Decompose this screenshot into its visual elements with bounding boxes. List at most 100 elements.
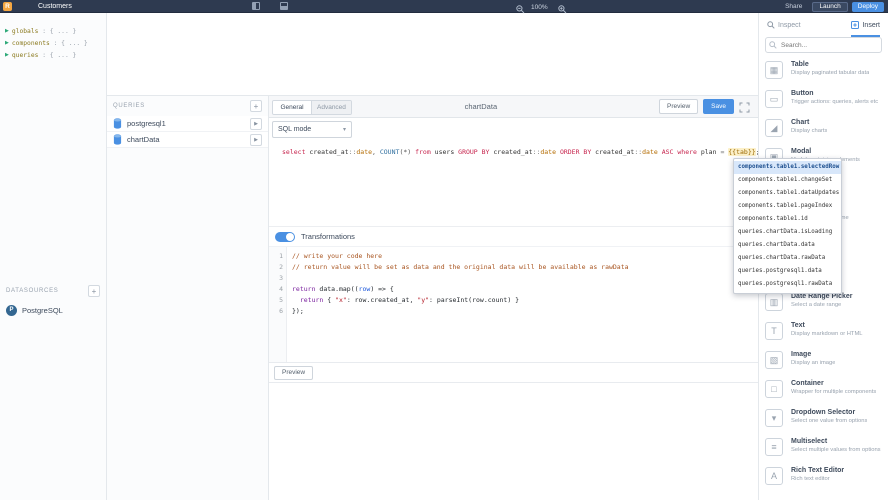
state-tree-item[interactable]: ▶ globals : { ... } — [5, 25, 106, 37]
code-line: // write your code here — [292, 251, 629, 262]
code-token: ) } — [507, 296, 520, 304]
deploy-button[interactable]: Deploy — [851, 1, 884, 12]
left-panel-toggle-icon[interactable] — [252, 2, 260, 10]
expand-triangle-icon[interactable]: ▶ — [5, 52, 9, 58]
text-icon: T — [765, 322, 783, 340]
component-name: Image — [791, 351, 812, 358]
expand-triangle-icon[interactable]: ▶ — [5, 40, 9, 46]
component-palette-item[interactable]: ▧ Image Display an image — [759, 346, 888, 375]
multiselect-icon: ≡ — [765, 438, 783, 456]
code-token: ) => { — [370, 285, 394, 293]
line-number: 2 — [279, 263, 283, 271]
transformer-editor[interactable]: 1 2 3 4 5 6 // write your code here // return … — [269, 246, 758, 362]
tab-insert[interactable]: Insert — [851, 13, 880, 37]
autocomplete-item[interactable]: queries.chartData.data — [734, 239, 841, 252]
autocomplete-item[interactable]: components.table1.selectedRow — [734, 161, 841, 174]
component-palette-item[interactable]: ▾ Dropdown Selector Select one value from … — [759, 404, 888, 433]
expand-triangle-icon[interactable]: ▶ — [5, 28, 9, 34]
component-search-input[interactable] — [765, 37, 882, 53]
sql-token: from — [415, 148, 435, 156]
add-datasource-button[interactable]: + — [88, 285, 100, 297]
magnifier-icon — [767, 21, 775, 29]
sql-editor[interactable]: select created_at::date, COUNT(*) from u… — [269, 142, 758, 226]
run-query-button[interactable]: ▶ — [250, 134, 262, 146]
save-button[interactable]: Save — [703, 99, 734, 114]
tab-inspect[interactable]: Inspect — [767, 13, 801, 37]
autocomplete-dropdown: components.table1.selectedRow components.… — [733, 158, 842, 294]
sql-token: created_at — [493, 148, 533, 156]
zoom-out-button[interactable] — [516, 2, 525, 14]
query-mode-select[interactable]: SQL mode ▾ — [272, 121, 352, 138]
zoom-in-button[interactable] — [558, 2, 567, 14]
share-button[interactable]: Share — [779, 2, 808, 12]
component-description: Display an image — [791, 360, 836, 366]
component-description: Display charts — [791, 128, 828, 134]
container-icon: □ — [765, 380, 783, 398]
autocomplete-item[interactable]: components.table1.changeSet — [734, 174, 841, 187]
state-tree-item[interactable]: ▶ queries : { ... } — [5, 49, 106, 61]
component-palette-item[interactable]: A Rich Text Editor Rich text editor — [759, 462, 888, 491]
sql-token: GROUP BY — [458, 148, 494, 156]
transformer-code: // write your code here // return value w… — [287, 247, 629, 362]
dropdown-selector-icon: ▾ — [765, 409, 783, 427]
component-description: Trigger actions: queries, alerts etc — [791, 99, 879, 105]
line-number: 3 — [279, 274, 283, 282]
component-palette-item[interactable]: ▭ Button Trigger actions: queries, alerts … — [759, 85, 888, 114]
sql-token: created_at — [595, 148, 635, 156]
autocomplete-item[interactable]: queries.chartData.isLoading — [734, 226, 841, 239]
datasource-item[interactable]: P PostgreSQL — [0, 301, 106, 319]
query-list-panel: QUERIES + postgresql1 ▶ chartData ▶ — [107, 95, 269, 500]
sql-token: (*) — [399, 148, 416, 156]
add-query-button[interactable]: + — [250, 100, 262, 112]
component-palette-item[interactable]: T Text Display markdown or HTML — [759, 317, 888, 346]
sql-token: :: — [634, 148, 643, 156]
component-name: Rich Text Editor — [791, 467, 845, 474]
component-palette-item[interactable]: ▦ Table Display paginated tabular data — [759, 56, 888, 85]
autocomplete-item[interactable]: queries.chartData.rawData — [734, 252, 841, 265]
transformations-toggle[interactable] — [275, 231, 295, 242]
chevron-down-icon: ▾ — [342, 127, 346, 133]
run-preview-button[interactable]: Preview — [274, 365, 314, 380]
line-number: 4 — [279, 285, 283, 293]
queries-section-header: QUERIES + — [107, 96, 268, 116]
state-tree-item[interactable]: ▶ components : { ... } — [5, 37, 106, 49]
component-palette-item[interactable]: □ Container Wrapper for multiple component… — [759, 375, 888, 404]
date-range-picker-icon: ▥ — [765, 293, 783, 311]
tab-inspect-label: Inspect — [778, 21, 801, 29]
tree-key: globals — [11, 28, 39, 35]
autocomplete-item[interactable]: components.table1.id — [734, 213, 841, 226]
autocomplete-item[interactable]: queries.postgresql1.rawData — [734, 278, 841, 291]
launch-button[interactable]: Launch — [812, 1, 848, 12]
tree-collapsed-value: : { ... } — [38, 28, 77, 35]
code-token: // return value will be set as data and … — [292, 263, 629, 271]
sql-token: ASC — [661, 148, 678, 156]
top-bar: R Customers 100% Share Launch Deploy — [0, 0, 888, 14]
editor-tab-general[interactable]: General — [273, 101, 311, 114]
preview-button[interactable]: Preview — [659, 99, 699, 114]
tree-collapsed-value: : { ... } — [49, 40, 88, 47]
sql-token: plan — [700, 148, 721, 156]
query-list-item[interactable]: postgresql1 ▶ — [107, 116, 268, 132]
sql-token: date — [356, 148, 373, 156]
code-token: (( — [350, 285, 359, 293]
datasources-header-label: DATASOURCES — [6, 288, 59, 294]
component-palette-item[interactable]: ≡ Multiselect Select multiple values from … — [759, 433, 888, 462]
autocomplete-item[interactable]: queries.postgresql1.data — [734, 265, 841, 278]
autocomplete-item[interactable]: components.table1.pageIndex — [734, 200, 841, 213]
expand-editor-button[interactable] — [739, 101, 750, 113]
component-palette-item[interactable]: ◢ Chart Display charts — [759, 114, 888, 143]
bottom-panel-toggle-icon[interactable] — [280, 2, 288, 10]
database-icon — [113, 134, 122, 145]
chart-icon: ◢ — [765, 119, 783, 137]
autocomplete-item[interactable]: components.table1.dataUpdates — [734, 187, 841, 200]
sql-token: where — [677, 148, 701, 156]
component-name: Text — [791, 322, 805, 329]
editor-tab-advanced[interactable]: Advanced — [311, 101, 351, 114]
retool-logo: R — [3, 2, 12, 11]
transformations-row: Transformations — [269, 226, 758, 246]
code-token: return — [299, 296, 324, 304]
app-editor: R Customers 100% Share Launch Deploy ▶ gl… — [0, 0, 888, 500]
query-list-item[interactable]: chartData ▶ — [107, 132, 268, 148]
run-query-button[interactable]: ▶ — [250, 118, 262, 130]
